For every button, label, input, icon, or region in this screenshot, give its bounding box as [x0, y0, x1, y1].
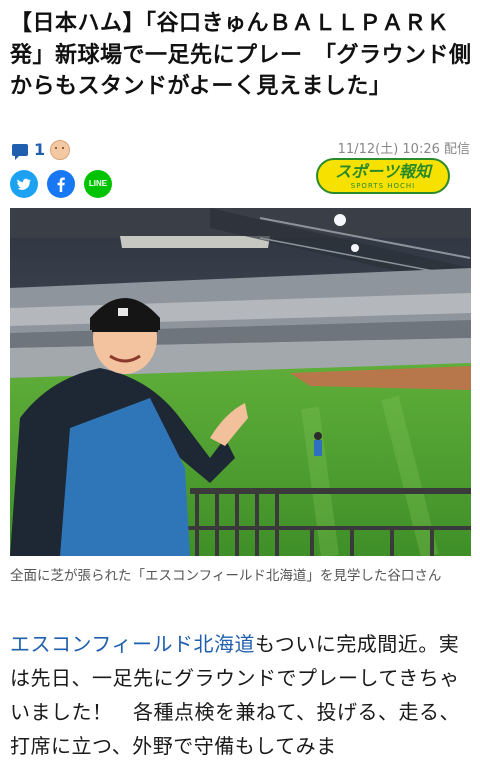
twitter-icon — [17, 178, 31, 190]
stadium-photo-illustration — [10, 208, 471, 556]
venue-link[interactable]: エスコンフィールド北海道 — [10, 632, 255, 656]
source-logo[interactable]: スポーツ報知 SPORTS HOCHI — [316, 158, 450, 194]
article-headline: 【日本ハム】「谷口きゅんＢＡＬＬＰＡＲＫ発」新球場で一足先にプレー 「グラウンド… — [10, 11, 472, 99]
twitter-share-button[interactable] — [10, 170, 38, 198]
source-logo-main: スポーツ報知 — [335, 162, 431, 181]
comment-count[interactable]: 1 — [34, 140, 45, 159]
facebook-share-button[interactable] — [47, 170, 75, 198]
line-label: LINE — [88, 179, 108, 188]
source-logo-sub: SPORTS HOCHI — [350, 182, 416, 190]
comment-icon[interactable] — [12, 144, 28, 160]
share-bar: LINE スポーツ報知 SPORTS HOCHI — [10, 158, 470, 202]
article-photo[interactable] — [10, 208, 471, 556]
publish-timestamp: 11/12(土) 10:26 配信 — [337, 142, 470, 157]
line-share-button[interactable]: LINE — [84, 170, 112, 198]
reaction-face-icon[interactable] — [50, 140, 70, 160]
facebook-icon — [57, 177, 65, 192]
article-body: エスコンフィールド北海道もついに完成間近。実は先日、一足先にグラウンドでプレーし… — [10, 627, 472, 763]
photo-caption: 全面に芝が張られた「エスコンフィールド北海道」を見学した谷口さん — [10, 568, 442, 584]
